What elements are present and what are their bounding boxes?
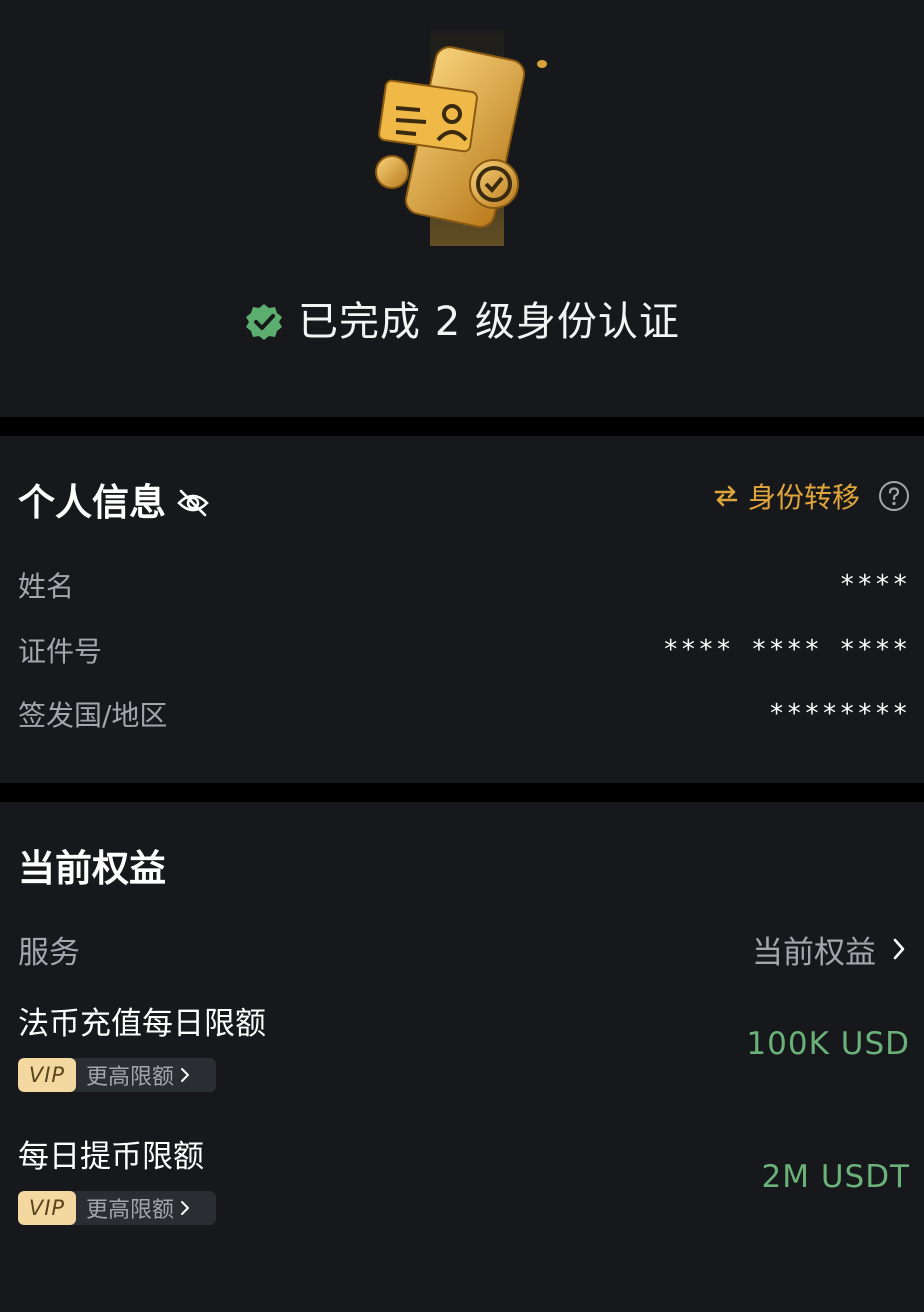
info-row-id-number: 证件号 **** **** **** [18,625,910,675]
vip-higher-limit-button[interactable]: VIP 更高限额 [18,1058,216,1092]
chevron-right-icon [181,1068,190,1082]
current-benefits-link[interactable]: 当前权益 [752,927,908,972]
info-row-name: 姓名 **** [18,560,910,610]
benefits-title: 当前权益 [18,847,166,890]
chevron-right-icon [181,1201,190,1215]
vip-higher-limit-label[interactable]: 更高限额 [86,1059,174,1091]
vip-higher-limit-label[interactable]: 更高限额 [86,1192,174,1224]
verification-hero: 已完成 2 级身份认证 [0,0,924,417]
swap-arrows-icon [714,485,738,507]
service-label: 服务 [18,934,80,971]
withdrawal-limit-value: 2M USDT [761,1159,910,1195]
identity-transfer-link[interactable]: 身份转移 [712,476,910,516]
verified-badge-icon [246,304,283,340]
name-value: **** [839,570,910,600]
vip-badge: VIP [18,1058,76,1092]
eye-off-icon[interactable] [176,486,210,520]
personal-info-section: 个人信息 身份转移 姓名 **** 证件号 **** **** **** 签发国… [0,436,924,783]
chevron-right-icon [893,938,905,960]
issuing-country-label: 签发国/地区 [18,699,168,732]
current-benefits-label[interactable]: 当前权益 [752,927,876,972]
vip-higher-limit-button[interactable]: VIP 更高限额 [18,1191,216,1225]
fiat-deposit-limit-row: 法币充值每日限额 VIP 更高限额 100K USD [18,1002,910,1102]
personal-info-title: 个人信息 [18,481,166,524]
withdrawal-limit-label: 每日提币限额 [18,1139,204,1175]
vip-badge: VIP [18,1191,76,1225]
id-number-value: **** **** **** [662,635,910,665]
id-number-label: 证件号 [18,635,103,668]
verification-status: 已完成 2 级身份认证 [0,292,924,352]
info-row-issuing-country: 签发国/地区 ******** [18,689,910,739]
id-verification-illustration [360,24,560,254]
fiat-deposit-limit-value: 100K USD [746,1026,910,1062]
question-circle-icon[interactable] [878,480,910,512]
phone-id-card-icon [375,30,547,246]
personal-info-header: 个人信息 [18,478,210,528]
withdrawal-limit-row: 每日提币限额 VIP 更高限额 2M USDT [18,1135,910,1235]
fiat-deposit-limit-label: 法币充值每日限额 [18,1006,266,1042]
section-divider [0,417,924,436]
name-label: 姓名 [18,570,75,603]
section-divider [0,783,924,802]
issuing-country-value: ******** [768,699,910,729]
current-benefits-section: 当前权益 服务 当前权益 法币充值每日限额 VIP 更高限额 100K USD … [0,802,924,1312]
service-row[interactable]: 服务 当前权益 [18,924,908,974]
identity-transfer-label[interactable]: 身份转移 [748,476,860,516]
verification-status-text: 已完成 2 级身份认证 [298,299,680,345]
